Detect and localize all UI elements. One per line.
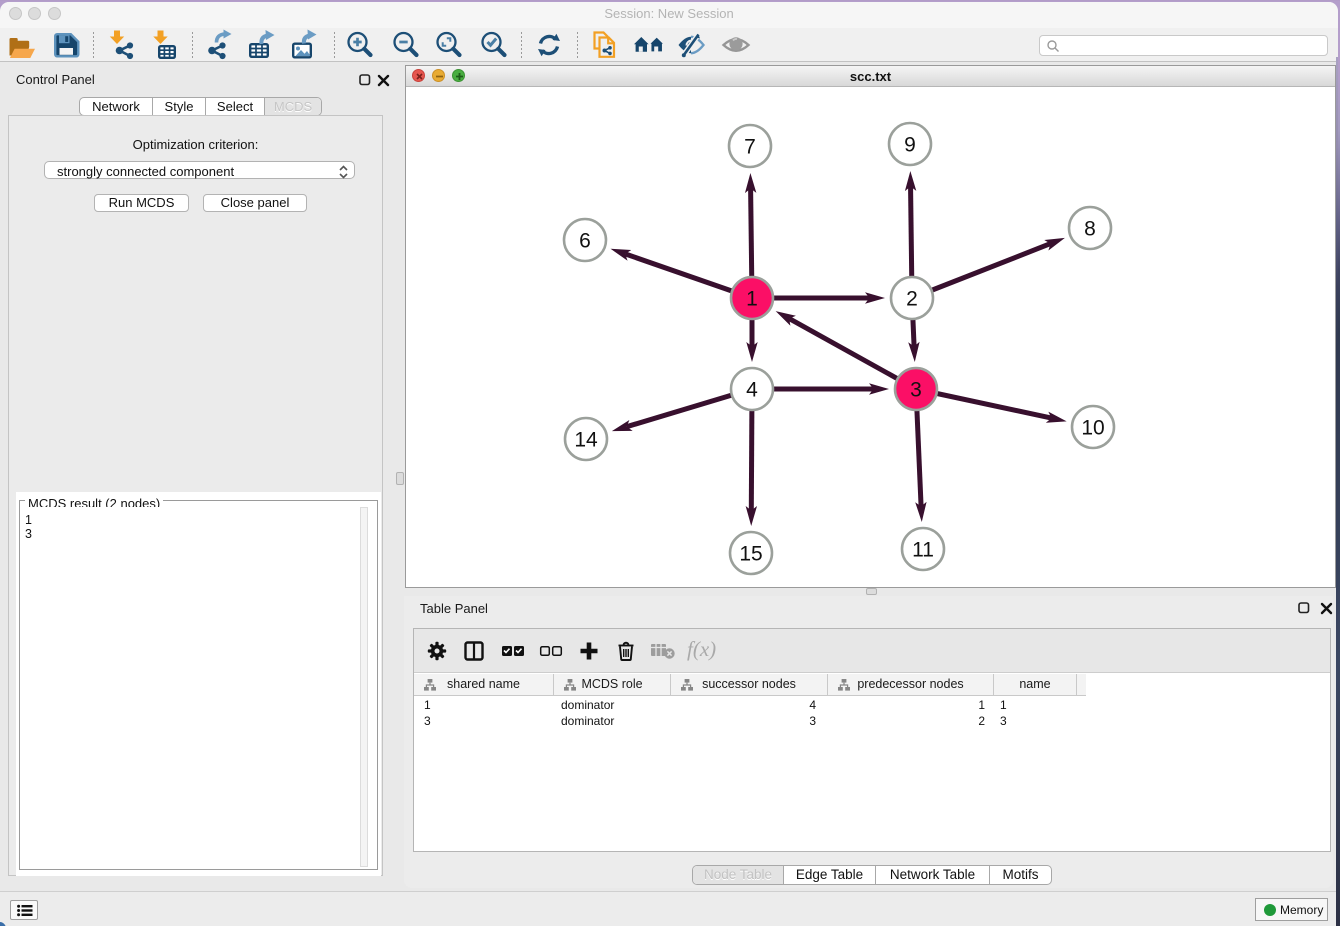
svg-text:1: 1 (746, 288, 758, 311)
svg-text:4: 4 (746, 379, 758, 402)
svg-text:10: 10 (1081, 417, 1104, 440)
svg-text:9: 9 (904, 134, 916, 157)
svg-text:2: 2 (906, 288, 918, 311)
svg-text:14: 14 (574, 429, 598, 452)
svg-text:11: 11 (912, 539, 934, 562)
svg-text:8: 8 (1084, 218, 1096, 241)
svg-text:6: 6 (579, 230, 591, 253)
svg-text:15: 15 (739, 543, 762, 566)
svg-text:3: 3 (910, 379, 922, 402)
svg-text:7: 7 (744, 136, 756, 159)
